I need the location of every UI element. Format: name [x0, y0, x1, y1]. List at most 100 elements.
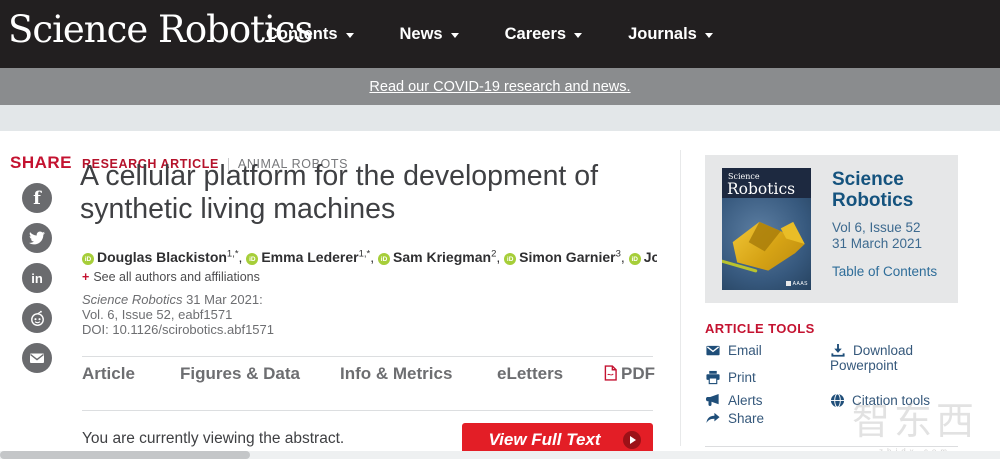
nav-contents-label: Contents	[266, 25, 338, 44]
pdf-icon	[604, 365, 617, 381]
covid-banner: Read our COVID-19 research and news.	[0, 68, 1000, 105]
aaas-logo: AAAS	[786, 281, 808, 287]
tool-share[interactable]: Share	[705, 411, 764, 426]
share-email-button[interactable]	[22, 343, 52, 373]
author-link[interactable]: iDSam Kriegman2,	[378, 249, 504, 265]
share-linkedin-button[interactable]: in	[22, 263, 52, 293]
tool-alerts[interactable]: Alerts	[705, 393, 763, 408]
author-link[interactable]: iDDouglas Blackiston1,*,	[82, 249, 246, 265]
author-list: iDDouglas Blackiston1,*, iDEmma Lederer1…	[82, 248, 657, 265]
top-navigation: Contents News Careers Journals	[266, 0, 713, 68]
nav-contents[interactable]: Contents	[266, 25, 354, 44]
tool-citation[interactable]: Citation tools	[830, 393, 930, 408]
chevron-down-icon	[574, 33, 582, 38]
author-name: Joshua B...	[644, 249, 657, 265]
nav-journals[interactable]: Journals	[628, 25, 713, 44]
nav-journals-label: Journals	[628, 25, 697, 44]
author-superscript: 1,*	[227, 248, 239, 259]
orcid-icon: iD	[629, 253, 641, 265]
header-spacer	[0, 105, 1000, 131]
author-link[interactable]: iDEmma Lederer1,*,	[246, 249, 378, 265]
citation-journal: Science Robotics	[82, 292, 182, 307]
current-issue-panel: Science Robotics AAAS Science Robotics V…	[705, 155, 958, 303]
nav-news-label: News	[400, 25, 443, 44]
author-separator: ,	[370, 249, 378, 265]
tool-email[interactable]: Email	[705, 343, 762, 358]
download-icon	[830, 343, 846, 358]
share-twitter-button[interactable]	[22, 223, 52, 253]
printer-icon	[705, 370, 721, 385]
tab-figures-data[interactable]: Figures & Data	[180, 364, 300, 384]
play-icon	[623, 431, 641, 449]
tool-citation-label: Citation tools	[852, 393, 930, 408]
tab-pdf[interactable]: PDF	[604, 364, 655, 384]
site-header: Science Robotics Contents News Careers J…	[0, 0, 1000, 68]
alerts-megaphone-icon	[705, 393, 721, 408]
author-superscript: 1,*	[359, 248, 371, 259]
linkedin-icon: in	[31, 272, 43, 285]
chevron-down-icon	[451, 33, 459, 38]
journal-title: Science Robotics	[832, 169, 922, 211]
tool-email-label: Email	[728, 343, 762, 358]
author-separator: ,	[621, 249, 629, 265]
table-of-contents-link[interactable]: Table of Contents	[832, 264, 950, 279]
article-tabs: Article Figures & Data Info & Metrics eL…	[82, 362, 653, 392]
covid-banner-link[interactable]: Read our COVID-19 research and news.	[369, 79, 630, 95]
tab-article[interactable]: Article	[82, 364, 135, 384]
email-icon	[29, 350, 45, 366]
abstract-notice: You are currently viewing the abstract.	[82, 430, 344, 448]
issue-cover[interactable]: Science Robotics AAAS	[722, 168, 811, 290]
tool-share-label: Share	[728, 411, 764, 426]
nav-news[interactable]: News	[400, 25, 459, 44]
share-arrow-icon	[705, 411, 721, 426]
nav-careers[interactable]: Careers	[505, 25, 582, 44]
author-separator: ,	[496, 249, 504, 265]
chevron-down-icon	[346, 33, 354, 38]
tool-download-powerpoint[interactable]: Download Powerpoint	[830, 343, 946, 373]
science-robotics-article-page: Science Robotics Contents News Careers J…	[0, 0, 1000, 459]
tab-pdf-label: PDF	[621, 364, 655, 383]
globe-icon	[830, 393, 845, 408]
cover-journal-name-large: Robotics	[727, 180, 795, 198]
author-link[interactable]: iDJoshua B...	[629, 249, 657, 265]
facebook-icon: f	[33, 190, 41, 208]
see-all-authors-link[interactable]: + See all authors and affiliations	[82, 270, 260, 284]
orcid-icon: iD	[378, 253, 390, 265]
chevron-down-icon	[705, 33, 713, 38]
share-reddit-button[interactable]	[22, 303, 52, 333]
orcid-icon: iD	[504, 253, 516, 265]
horizontal-scrollbar-thumb[interactable]	[0, 451, 250, 459]
reddit-icon	[29, 310, 46, 327]
issue-info: Science Robotics Vol 6, Issue 52 31 Marc…	[832, 169, 950, 279]
issue-number: Vol 6, Issue 52	[832, 220, 950, 236]
share-facebook-button[interactable]: f	[22, 183, 52, 213]
tab-eletters[interactable]: eLetters	[497, 364, 563, 384]
view-full-text-label: View Full Text	[488, 430, 600, 450]
tool-print-label: Print	[728, 370, 756, 385]
citation-doi: DOI: 10.1126/scirobotics.abf1571	[82, 322, 274, 337]
tool-alerts-label: Alerts	[728, 393, 763, 408]
tab-info-metrics[interactable]: Info & Metrics	[340, 364, 452, 384]
horizontal-scrollbar-track[interactable]	[0, 451, 1000, 459]
issue-date: 31 March 2021	[832, 236, 950, 252]
citation-block: Science Robotics 31 Mar 2021: Vol. 6, Is…	[82, 292, 274, 337]
nav-careers-label: Careers	[505, 25, 566, 44]
plus-icon: +	[82, 270, 89, 284]
tabs-bottom-rule	[82, 410, 653, 411]
orcid-icon: iD	[246, 253, 258, 265]
tool-print[interactable]: Print	[705, 370, 756, 385]
author-name: Douglas Blackiston	[97, 249, 227, 265]
citation-date: 31 Mar 2021:	[186, 292, 263, 307]
share-label: SHARE	[10, 153, 72, 173]
author-name: Sam Kriegman	[393, 249, 491, 265]
author-link[interactable]: iDSimon Garnier3,	[504, 249, 629, 265]
article-tools-heading: ARTICLE TOOLS	[705, 321, 815, 336]
author-name: Simon Garnier	[519, 249, 615, 265]
tabs-top-rule	[82, 356, 653, 357]
orcid-icon: iD	[82, 253, 94, 265]
see-all-authors-label: See all authors and affiliations	[93, 270, 260, 284]
email-icon	[705, 343, 721, 358]
twitter-icon	[29, 230, 45, 246]
content-divider	[680, 150, 681, 446]
author-name: Emma Lederer	[261, 249, 358, 265]
